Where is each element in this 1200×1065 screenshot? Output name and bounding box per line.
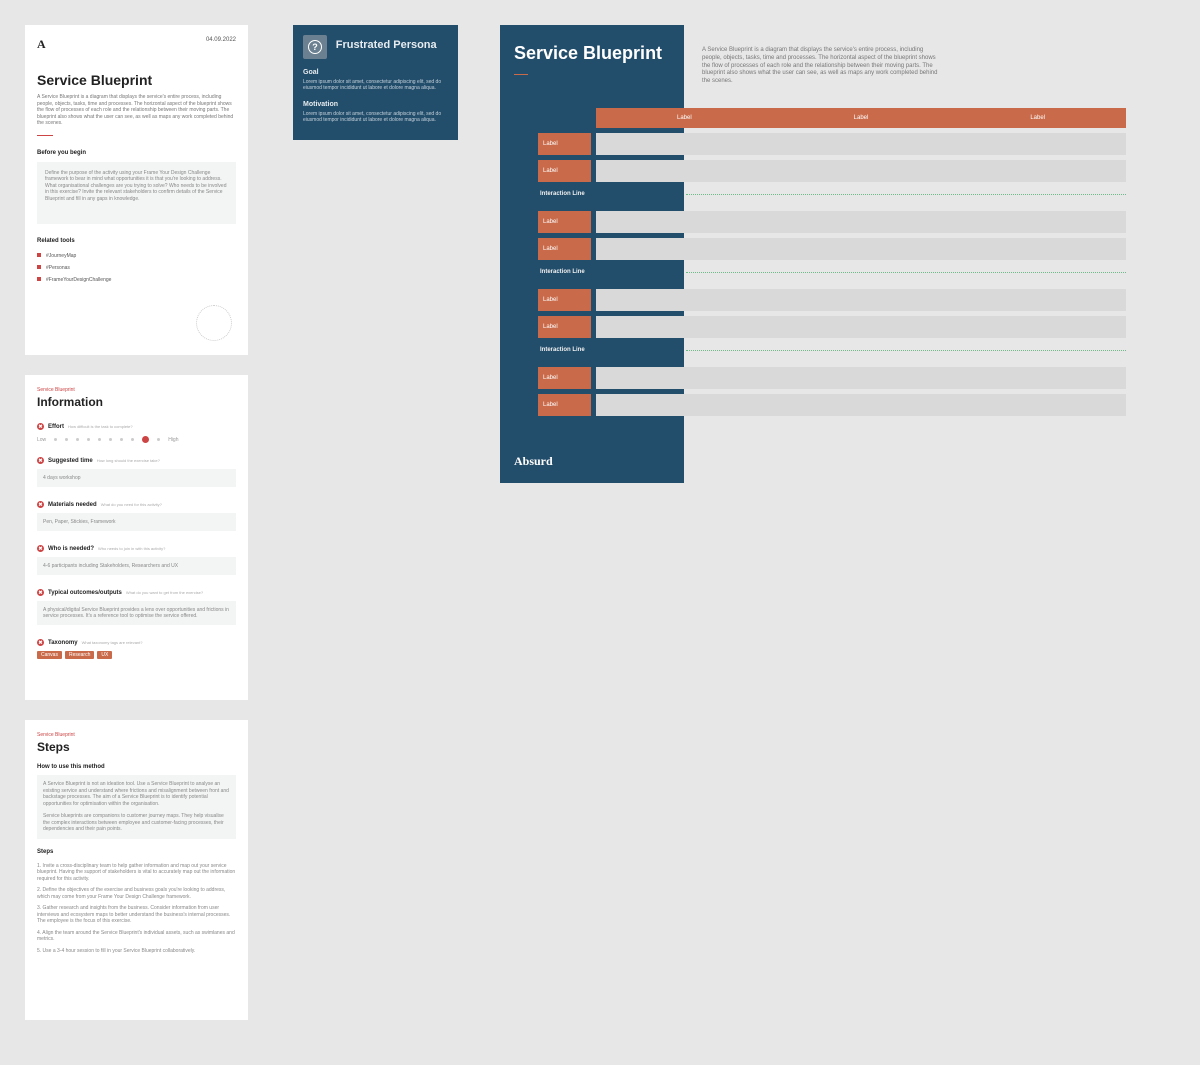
blueprint-row: Label	[538, 289, 1126, 311]
motivation-text: Lorem ipsum dolor sit amet, consectetur …	[303, 111, 448, 123]
page-title: Service Blueprint	[37, 72, 236, 88]
persona-icon: ?	[303, 35, 327, 59]
tag[interactable]: Canvas	[37, 651, 62, 659]
persona-title: Frustrated Persona	[336, 39, 437, 51]
effort-row: ✖Effort How difficult is the task to com…	[37, 423, 236, 443]
brand-label: Absurd	[514, 454, 553, 469]
goal-label: Goal	[303, 69, 448, 76]
interaction-line: Interaction Line	[538, 182, 1126, 206]
blueprint-title: Service Blueprint	[514, 43, 670, 64]
howto-box: A Service Blueprint is not an ideation t…	[37, 775, 236, 839]
steps-panel: Service Blueprint Steps How to use this …	[25, 720, 248, 1020]
step-item: 2. Define the objectives of the exercise…	[37, 887, 236, 900]
effort-scale: Low High	[37, 436, 236, 443]
stop-icon: ✖	[37, 545, 44, 552]
related-item[interactable]: #Personas	[37, 262, 236, 274]
overview-description: A Service Blueprint is a diagram that di…	[37, 94, 236, 127]
interaction-line: Interaction Line	[538, 338, 1126, 362]
related-item[interactable]: #JourneyMap	[37, 250, 236, 262]
blueprint-canvas: Service Blueprint Absurd A Service Bluep…	[500, 25, 1126, 483]
stop-icon: ✖	[37, 457, 44, 464]
before-title: Before you begin	[37, 150, 236, 156]
related-item[interactable]: #FrameYourDesignChallenge	[37, 274, 236, 286]
related-title: Related tools	[37, 238, 236, 244]
logo: A	[37, 37, 46, 51]
overview-panel: A 04.09.2022 Service Blueprint A Service…	[25, 25, 248, 355]
tag[interactable]: Research	[65, 651, 94, 659]
goal-text: Lorem ipsum dolor sit amet, consectetur …	[303, 79, 448, 91]
step-item: 1. Invite a cross-disciplinary team to h…	[37, 863, 236, 883]
panel-title: Steps	[37, 740, 236, 754]
decorative-circle	[196, 305, 232, 341]
tag[interactable]: UX	[97, 651, 112, 659]
blueprint-row: Label	[538, 316, 1126, 338]
blueprint-row: Label	[538, 367, 1126, 389]
stop-icon: ✖	[37, 589, 44, 596]
blueprint-row: Label	[538, 211, 1126, 233]
eyebrow: Service Blueprint	[37, 732, 236, 738]
step-item: 3. Gather research and insights from the…	[37, 905, 236, 925]
step-item: 5. Use a 3-4 hour session to fill in you…	[37, 948, 236, 955]
stop-icon: ✖	[37, 423, 44, 430]
steps-heading: Steps	[37, 849, 236, 855]
taxonomy-row: ✖Taxonomy What taxonomy tags are relevan…	[37, 639, 236, 659]
outcomes-row: ✖Typical outcomes/outputs What do you wa…	[37, 589, 236, 625]
howto-title: How to use this method	[37, 764, 236, 770]
stop-icon: ✖	[37, 501, 44, 508]
blueprint-row: Label	[538, 238, 1126, 260]
panel-title: Information	[37, 395, 236, 409]
time-row: ✖Suggested time How long should the exer…	[37, 457, 236, 487]
information-panel: Service Blueprint Information ✖Effort Ho…	[25, 375, 248, 700]
divider	[37, 135, 53, 136]
step-list: 1. Invite a cross-disciplinary team to h…	[37, 863, 236, 955]
blueprint-grid: Label Label Label Label Label Interactio…	[538, 108, 1126, 416]
interaction-line: Interaction Line	[538, 260, 1126, 284]
blueprint-row: Label	[538, 160, 1126, 182]
motivation-label: Motivation	[303, 101, 448, 108]
blueprint-row: Label	[538, 394, 1126, 416]
materials-row: ✖Materials needed What do you need for t…	[37, 501, 236, 531]
blueprint-description: A Service Blueprint is a diagram that di…	[702, 47, 942, 86]
blueprint-row: Label	[538, 133, 1126, 155]
before-text: Define the purpose of the activity using…	[37, 162, 236, 224]
column-headers: Label Label Label	[596, 108, 1126, 128]
date: 04.09.2022	[206, 37, 236, 43]
persona-card: ? Frustrated Persona Goal Lorem ipsum do…	[293, 25, 458, 140]
eyebrow: Service Blueprint	[37, 387, 236, 393]
divider	[514, 74, 528, 75]
stop-icon: ✖	[37, 639, 44, 646]
related-list: #JourneyMap #Personas #FrameYourDesignCh…	[37, 250, 236, 286]
step-item: 4. Align the team around the Service Blu…	[37, 930, 236, 943]
who-row: ✖Who is needed? Who needs to join in wit…	[37, 545, 236, 575]
